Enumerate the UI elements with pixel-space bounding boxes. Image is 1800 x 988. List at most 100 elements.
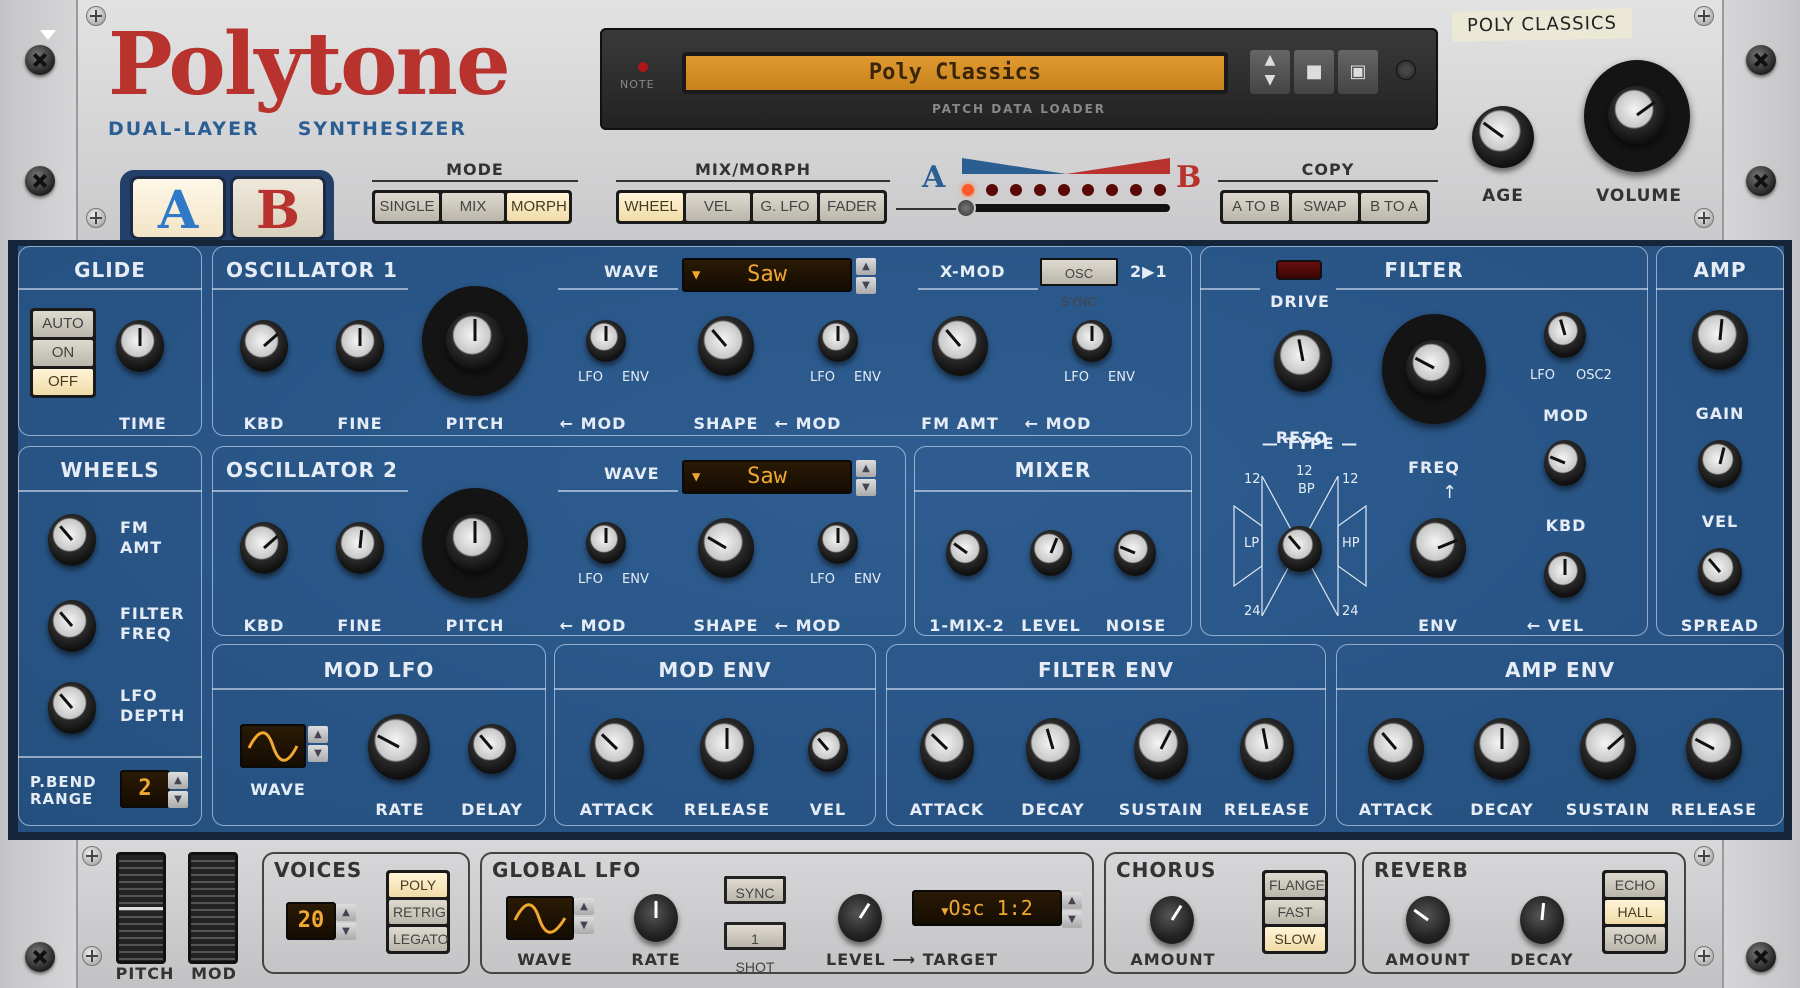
arrow-up-icon[interactable]: ▲ — [856, 258, 876, 275]
mod-lfo-wave-display[interactable] — [240, 724, 306, 768]
filter-type-knob[interactable] — [1278, 526, 1322, 572]
osc2-kbd-knob[interactable] — [240, 522, 288, 574]
osc2-pitch-mod-knob[interactable] — [586, 522, 626, 564]
osc2-pitch-knob[interactable] — [446, 514, 504, 572]
mod-lfo-delay-knob[interactable] — [468, 724, 516, 774]
mod-env-release-knob[interactable] — [700, 718, 754, 780]
arrow-up-icon[interactable]: ▲ — [168, 772, 188, 789]
mod-env-attack-knob[interactable] — [590, 718, 644, 780]
osc1-wave-display[interactable]: ▼ Saw — [682, 258, 852, 292]
amp-env-decay-knob[interactable] — [1474, 718, 1530, 780]
mode-morph-button[interactable]: MORPH — [507, 193, 569, 221]
filter-mod-knob[interactable] — [1544, 312, 1586, 358]
filter-env-decay-knob[interactable] — [1026, 718, 1080, 780]
voice-legato-button[interactable]: LEGATO — [389, 927, 449, 951]
arrow-down-icon[interactable]: ▼ — [1250, 70, 1290, 90]
patch-name-display[interactable]: Poly Classics — [682, 52, 1228, 94]
osc2-shape-knob[interactable] — [698, 518, 754, 578]
patch-browse-button[interactable]: ■ — [1294, 50, 1334, 94]
glide-auto-button[interactable]: AUTO — [33, 311, 93, 337]
filter-kbd-knob[interactable] — [1544, 440, 1586, 486]
osc1-pitch-mod-knob[interactable] — [586, 320, 626, 362]
filter-drive-button[interactable] — [1276, 260, 1322, 280]
arrow-down-icon[interactable]: ▼ — [856, 479, 876, 496]
reverb-decay-knob[interactable] — [1520, 896, 1564, 944]
wheel-filter-freq-knob[interactable] — [48, 600, 96, 652]
volume-knob[interactable] — [1608, 86, 1666, 144]
mod-lfo-wave-spinner[interactable]: ▲ ▼ — [308, 726, 328, 762]
mixer-level-knob[interactable] — [1030, 530, 1072, 576]
osc2-wave-display[interactable]: ▼ Saw — [682, 460, 852, 494]
arrow-down-icon[interactable]: ▼ — [574, 917, 594, 934]
global-lfo-wave-spinner[interactable]: ▲ ▼ — [574, 898, 594, 934]
mixer-mix-knob[interactable] — [946, 530, 988, 576]
mix-glfo-button[interactable]: G. LFO — [753, 193, 817, 221]
global-lfo-one-shot-button[interactable]: 1 SHOT — [724, 922, 786, 975]
osc1-kbd-knob[interactable] — [240, 320, 288, 372]
amp-gain-knob[interactable] — [1692, 310, 1748, 370]
amp-spread-knob[interactable] — [1698, 548, 1742, 596]
wheel-fm-amt-knob[interactable] — [48, 514, 96, 566]
mod-env-vel-knob[interactable] — [808, 728, 848, 772]
wheel-lfo-depth-knob[interactable] — [48, 682, 96, 734]
arrow-up-icon[interactable]: ▲ — [336, 904, 356, 921]
patch-prev-next-button[interactable]: ▲ ▼ — [1250, 50, 1290, 94]
global-lfo-sync-button[interactable]: SYNC — [724, 876, 786, 904]
copy-a-to-b-button[interactable]: A TO B — [1223, 193, 1289, 221]
arrow-down-icon[interactable]: ▼ — [308, 745, 328, 762]
reverb-echo-button[interactable]: ECHO — [1605, 873, 1665, 897]
osc2-wave-spinner[interactable]: ▲ ▼ — [856, 460, 876, 496]
osc1-shape-knob[interactable] — [698, 316, 754, 376]
arrow-up-icon[interactable]: ▲ — [1250, 50, 1290, 70]
reverb-room-button[interactable]: ROOM — [1605, 927, 1665, 951]
mode-mix-button[interactable]: MIX — [442, 193, 504, 221]
reverb-amount-knob[interactable] — [1406, 896, 1450, 944]
osc2-shape-mod-knob[interactable] — [818, 522, 858, 564]
mix-vel-button[interactable]: VEL — [686, 193, 750, 221]
voices-count-spinner[interactable]: ▲ ▼ — [336, 904, 356, 940]
age-knob[interactable] — [1472, 106, 1534, 168]
global-lfo-wave-display[interactable] — [506, 896, 574, 940]
chorus-slow-button[interactable]: SLOW — [1265, 927, 1325, 951]
mix-wheel-button[interactable]: WHEEL — [619, 193, 683, 221]
arrow-down-icon[interactable]: ▼ — [856, 277, 876, 294]
amp-env-sustain-knob[interactable] — [1580, 718, 1636, 780]
arrow-down-icon[interactable]: ▼ — [336, 923, 356, 940]
arrow-down-icon[interactable]: ▼ — [1062, 911, 1082, 928]
arrow-up-icon[interactable]: ▲ — [856, 460, 876, 477]
mix-fader-button[interactable]: FADER — [820, 193, 884, 221]
mode-single-button[interactable]: SINGLE — [375, 193, 439, 221]
filter-env-knob[interactable] — [1410, 518, 1466, 578]
filter-env-attack-knob[interactable] — [920, 718, 974, 780]
copy-swap-button[interactable]: SWAP — [1292, 193, 1358, 221]
chorus-fast-button[interactable]: FAST — [1265, 900, 1325, 924]
osc-sync-button[interactable]: OSC SYNC — [1040, 258, 1118, 309]
filter-freq-knob[interactable] — [1406, 340, 1462, 396]
pitch-wheel[interactable] — [116, 852, 166, 964]
amp-vel-knob[interactable] — [1698, 440, 1742, 488]
arrow-up-icon[interactable]: ▲ — [1062, 892, 1082, 909]
filter-reso-knob[interactable] — [1274, 330, 1332, 392]
reverb-hall-button[interactable]: HALL — [1605, 900, 1665, 924]
osc1-fine-knob[interactable] — [336, 320, 384, 372]
global-lfo-level-knob[interactable] — [838, 894, 882, 942]
mod-wheel[interactable] — [188, 852, 238, 964]
filter-vel-knob[interactable] — [1544, 552, 1586, 598]
filter-env-sustain-knob[interactable] — [1134, 718, 1188, 780]
chorus-amount-knob[interactable] — [1150, 896, 1194, 944]
arrow-down-icon[interactable]: ▼ — [168, 791, 188, 808]
mixer-noise-knob[interactable] — [1114, 530, 1156, 576]
patch-save-button[interactable]: ▣ — [1338, 50, 1378, 94]
glide-off-button[interactable]: OFF — [33, 369, 93, 395]
global-lfo-target-display[interactable]: ▼Osc 1:2 — [912, 890, 1062, 926]
global-lfo-rate-knob[interactable] — [634, 894, 678, 942]
osc1-fm-mod-knob[interactable] — [1072, 320, 1112, 362]
copy-b-to-a-button[interactable]: B TO A — [1361, 193, 1427, 221]
layer-tab-b[interactable]: B — [230, 176, 326, 241]
collapse-triangle-icon[interactable] — [40, 30, 56, 40]
voice-poly-button[interactable]: POLY — [389, 873, 447, 897]
arrow-up-icon[interactable]: ▲ — [308, 726, 328, 743]
glide-on-button[interactable]: ON — [33, 340, 93, 366]
arrow-up-icon[interactable]: ▲ — [574, 898, 594, 915]
amp-env-attack-knob[interactable] — [1368, 718, 1424, 780]
